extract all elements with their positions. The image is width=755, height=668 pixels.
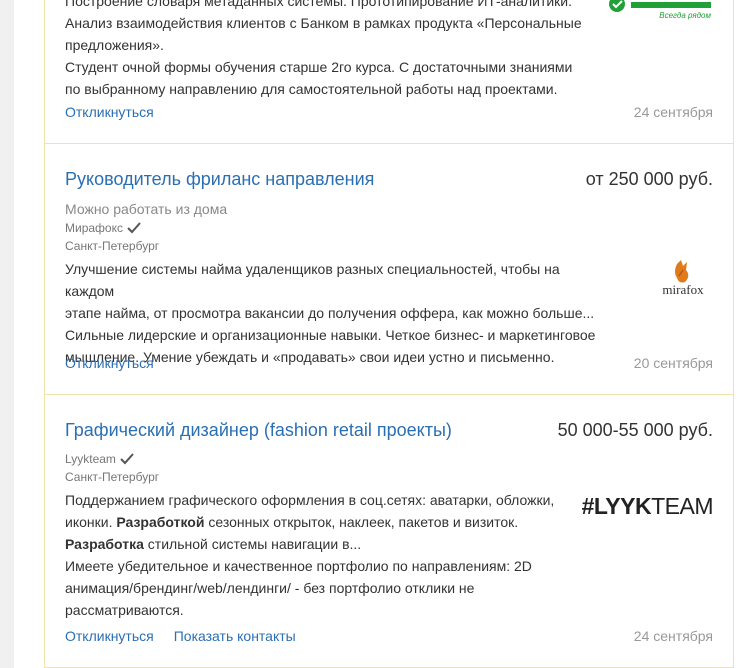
vacancy-card: Графический дизайнер (fashion retail про… [44, 395, 734, 668]
show-contacts-link[interactable]: Показать контакты [174, 627, 296, 645]
vacancy-list: Построение словаря метаданных системы. П… [44, 0, 734, 668]
vacancy-title-link[interactable]: Руководитель фриланс направления [65, 168, 374, 190]
verified-check-icon [127, 222, 141, 234]
company-name[interactable]: Мирафокс [65, 220, 123, 236]
svg-text:mirafox: mirafox [662, 282, 704, 297]
vacancy-card: Построение словаря метаданных системы. П… [44, 0, 734, 144]
company-logo[interactable]: Всегда рядом [605, 0, 713, 100]
vacancy-salary: от 250 000 руб. [585, 169, 713, 189]
sberbank-logo-icon: Всегда рядом [609, 0, 712, 20]
vacancy-salary: 50 000-55 000 руб. [557, 420, 713, 440]
vacancy-city: Санкт-Петербург [65, 470, 160, 484]
respond-link[interactable]: Откликнуться [65, 354, 154, 372]
svg-text:Всегда рядом: Всегда рядом [659, 11, 711, 20]
vacancy-date: 24 сентября [633, 628, 713, 644]
vacancy-city: Санкт-Петербург [65, 239, 160, 253]
vacancy-description: Улучшение системы найма удаленщиков разн… [65, 261, 596, 365]
remote-work-label: Можно работать из дома [65, 201, 228, 217]
company-logo[interactable]: #LYYKTEAM [582, 489, 714, 621]
vacancy-date: 24 сентября [633, 104, 713, 120]
company-name[interactable]: Lyykteam [65, 451, 116, 467]
vacancy-card: Руководитель фриланс направления от 250 … [44, 144, 734, 395]
company-logo[interactable]: mirafox [608, 258, 713, 368]
respond-link[interactable]: Откликнуться [65, 627, 154, 645]
mirafox-logo-icon: mirafox [662, 260, 704, 297]
lyykteam-logo-icon: #LYYKTEAM [581, 493, 714, 519]
vacancy-date: 20 сентября [633, 355, 713, 371]
page-left-gutter [0, 0, 14, 668]
respond-link[interactable]: Откликнуться [65, 103, 154, 121]
vacancy-description: Поддержанием графического оформления в с… [65, 492, 555, 618]
vacancy-title-link[interactable]: Графический дизайнер (fashion retail про… [65, 419, 452, 441]
verified-check-icon [120, 453, 134, 465]
vacancy-description: Построение словаря метаданных системы. П… [65, 0, 582, 97]
